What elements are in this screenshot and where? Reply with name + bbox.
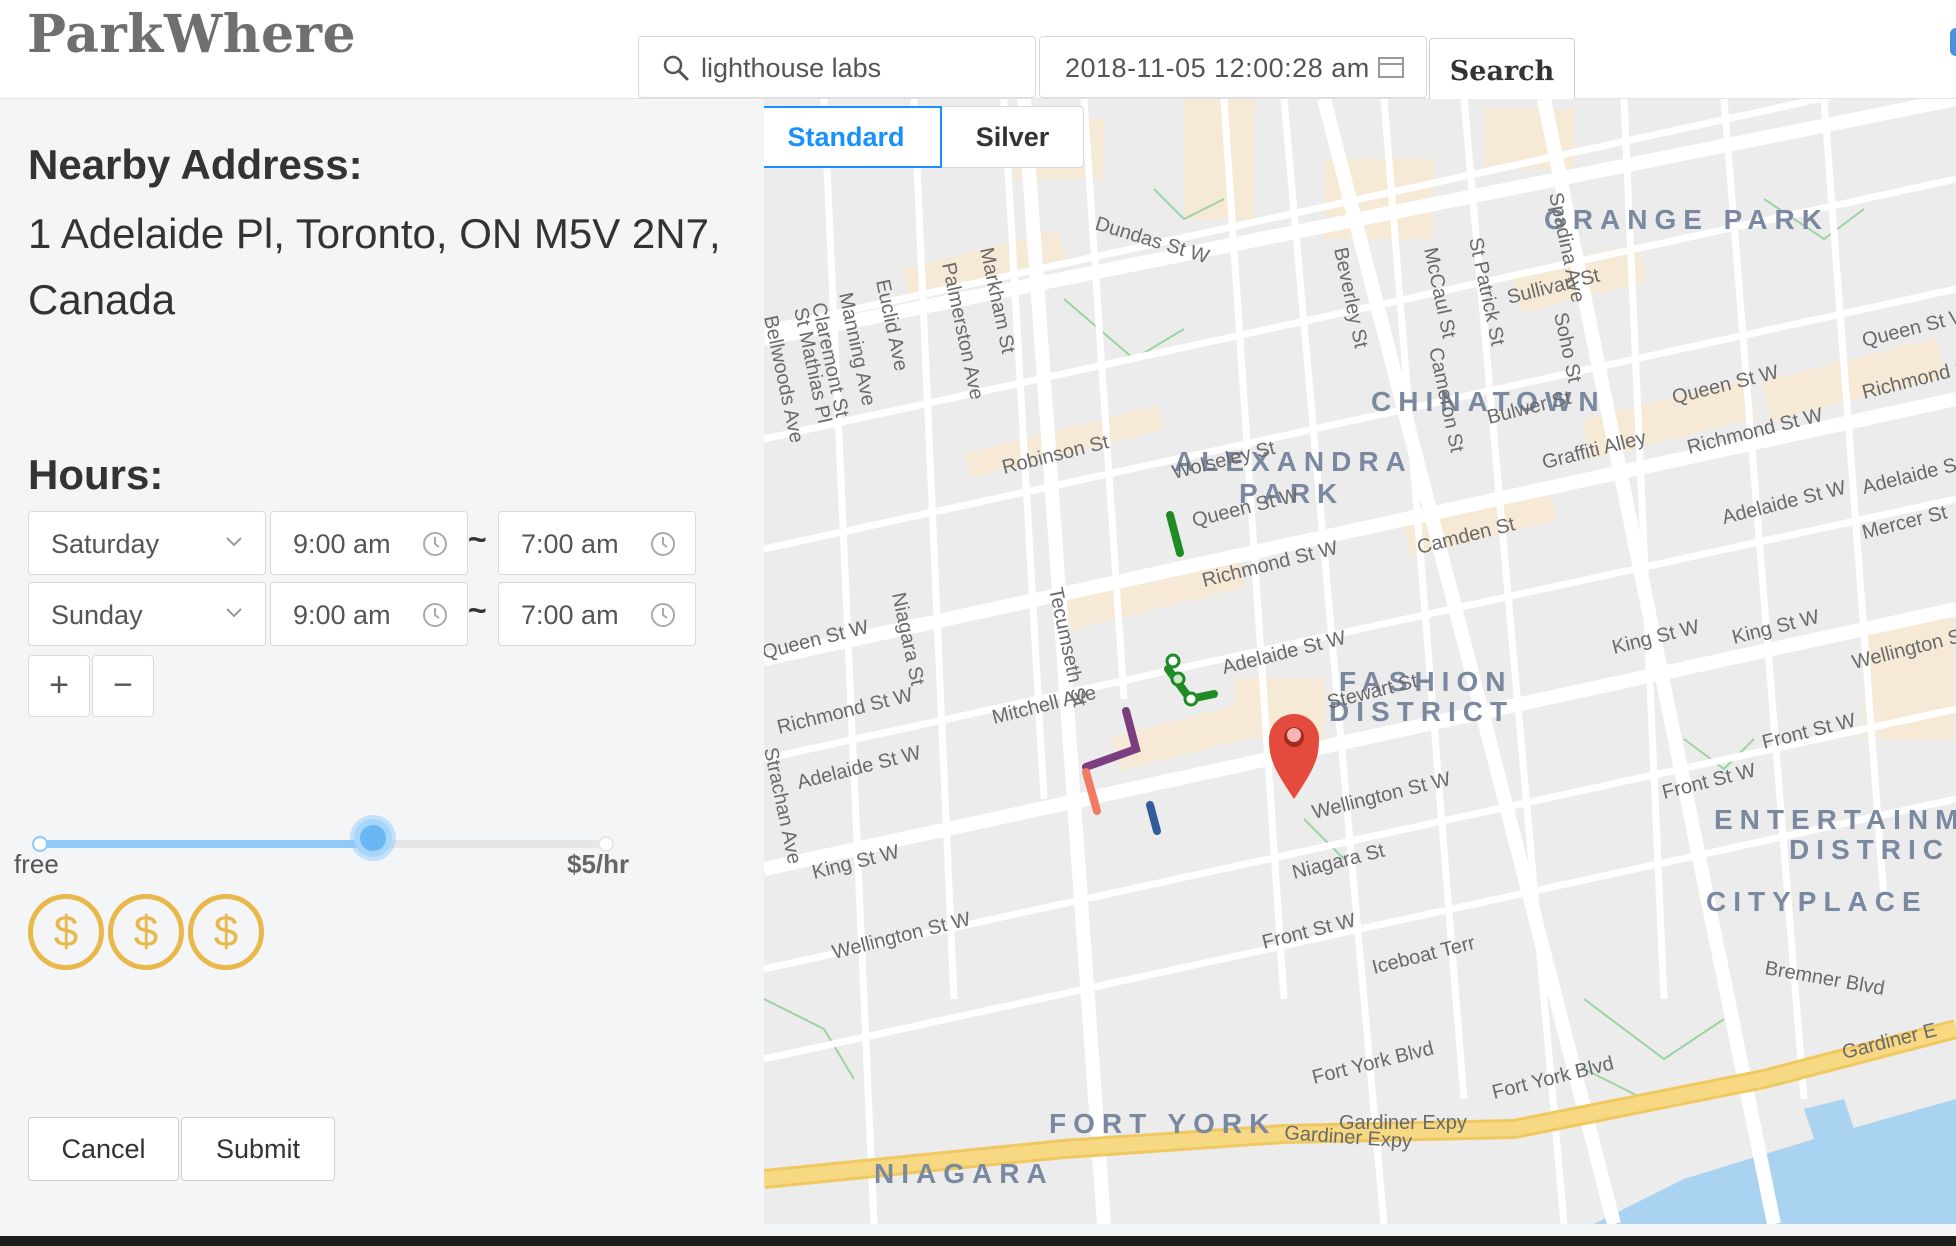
day-select[interactable]: Sunday <box>28 582 266 646</box>
day-select-value: Sunday <box>51 600 143 630</box>
day-select-value: Saturday <box>51 529 160 559</box>
slider-track <box>40 840 380 848</box>
clock-icon <box>423 603 447 627</box>
slider-min-label: free <box>14 849 59 879</box>
nearby-address-value: 1 Adelaide Pl, Toronto, ON M5V 2N7, Cana… <box>28 210 721 323</box>
chevron-down-icon <box>226 608 242 618</box>
profile-avatar[interactable] <box>1950 28 1956 56</box>
map-view[interactable]: GRANGE PARK CHINATOWN ALEXANDRA PARK FAS… <box>764 99 1956 1224</box>
dollar-coin-icon: $ <box>188 894 264 970</box>
submit-button[interactable]: Submit <box>181 1117 335 1181</box>
map-type-silver-button[interactable]: Silver <box>942 106 1084 168</box>
open-time-value: 9:00 am <box>293 600 391 630</box>
open-time-picker[interactable]: 9:00 am <box>270 582 468 646</box>
close-time-picker[interactable]: 7:00 am <box>498 582 696 646</box>
remove-hours-button[interactable]: − <box>92 655 154 717</box>
close-time-picker[interactable]: 7:00 am <box>498 511 696 575</box>
slider-handle[interactable] <box>354 819 392 857</box>
calendar-icon[interactable] <box>1377 55 1405 79</box>
add-hours-button[interactable]: + <box>28 655 90 717</box>
range-separator: ~ <box>468 521 487 557</box>
dollar-coin-icon: $ <box>28 894 104 970</box>
dollar-coin-icon: $ <box>108 894 184 970</box>
open-time-picker[interactable]: 9:00 am <box>270 511 468 575</box>
range-separator: ~ <box>468 592 487 628</box>
map-canvas[interactable]: GRANGE PARK CHINATOWN ALEXANDRA PARK FAS… <box>764 99 1956 1224</box>
clock-icon <box>651 603 675 627</box>
clock-icon <box>651 532 675 556</box>
datetime-input[interactable] <box>1063 49 1407 87</box>
map-type-standard-button[interactable]: Standard <box>764 106 942 168</box>
slider-max-label: $5/hr <box>567 849 630 879</box>
spot-details-panel: Nearby Address: 1 Adelaide Pl, Toronto, … <box>0 99 764 1236</box>
location-search-box[interactable] <box>638 36 1036 98</box>
svg-text:FORT YORK: FORT YORK <box>1049 1108 1276 1139</box>
open-time-value: 9:00 am <box>293 529 391 559</box>
clock-icon <box>423 532 447 556</box>
app-logo[interactable]: ParkWhere <box>27 4 356 65</box>
svg-text:Gardiner Expy: Gardiner Expy <box>1339 1112 1467 1134</box>
cancel-button[interactable]: Cancel <box>28 1117 179 1181</box>
svg-text:ENTERTAINM: ENTERTAINM <box>1714 804 1956 835</box>
day-select[interactable]: Saturday <box>28 511 266 575</box>
svg-text:DISTRIC: DISTRIC <box>1789 834 1950 865</box>
bottom-bar <box>0 1236 1956 1246</box>
chevron-down-icon <box>226 537 242 547</box>
close-time-value: 7:00 am <box>521 529 619 559</box>
nearby-address-title: Nearby Address: <box>28 141 363 188</box>
hours-title: Hours: <box>28 451 164 498</box>
search-button[interactable]: Search <box>1429 38 1575 104</box>
app-header: ParkWhere Search <box>0 0 1956 104</box>
price-slider[interactable] <box>32 815 614 875</box>
svg-text:GRANGE PARK: GRANGE PARK <box>1544 204 1829 235</box>
search-icon <box>663 55 689 81</box>
datetime-picker[interactable] <box>1039 36 1427 98</box>
svg-text:NIAGARA: NIAGARA <box>874 1158 1054 1189</box>
location-search-input[interactable] <box>699 49 1023 87</box>
close-time-value: 7:00 am <box>521 600 619 630</box>
svg-text:CITYPLACE: CITYPLACE <box>1706 886 1928 917</box>
